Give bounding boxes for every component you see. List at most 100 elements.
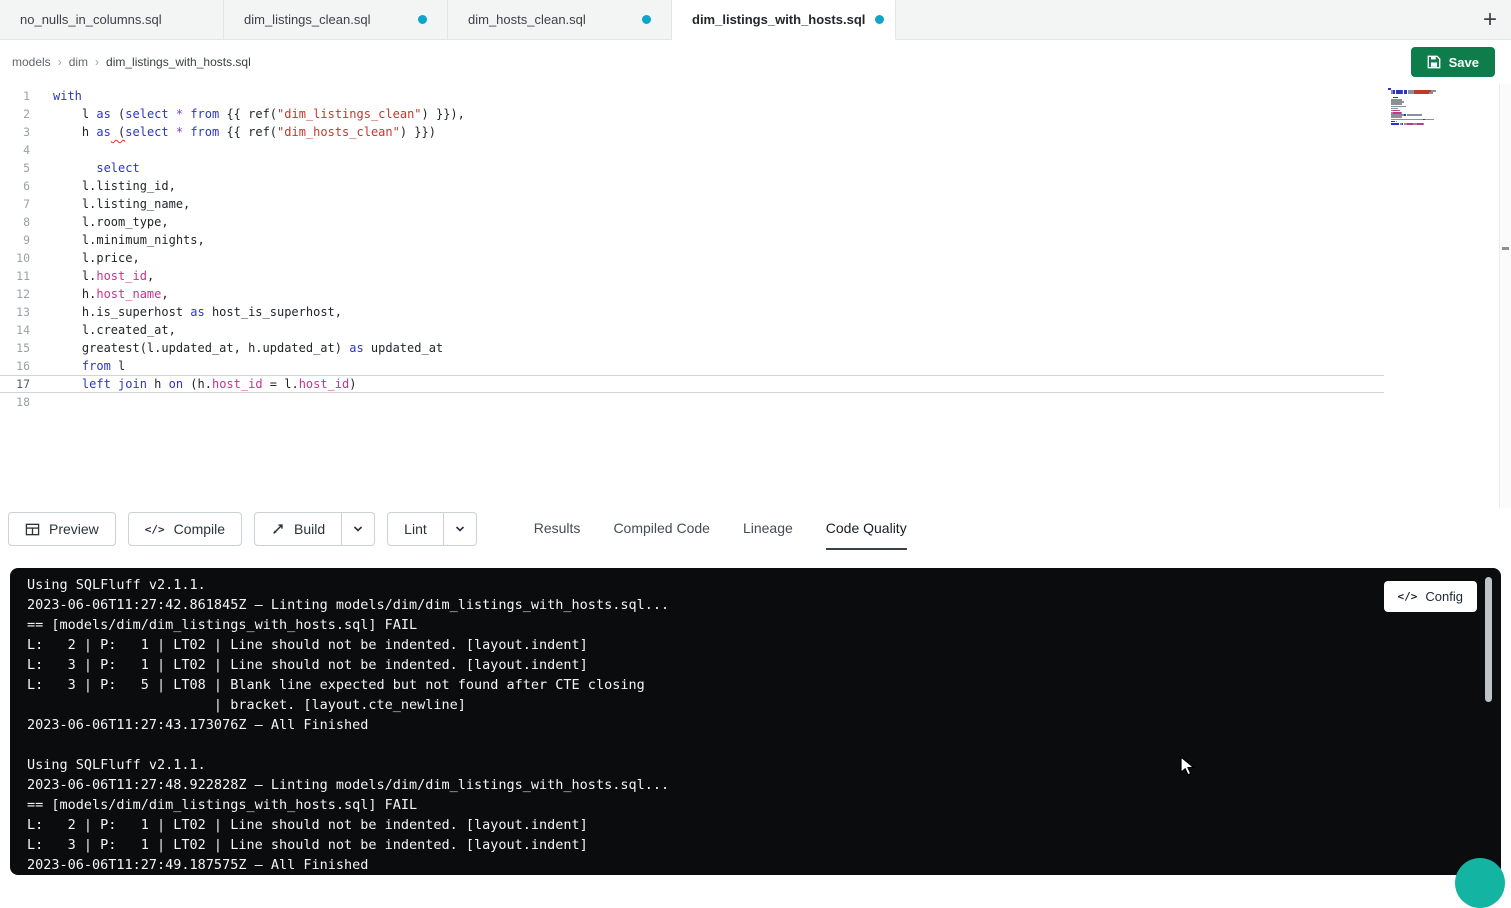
line-number: 2 — [0, 105, 30, 123]
terminal-line: | bracket. [layout.cte_newline] — [27, 695, 1477, 715]
code-line[interactable]: 18 — [0, 393, 1384, 411]
code-text: l.room_type, — [30, 213, 169, 231]
terminal-scrollbar[interactable] — [1485, 577, 1492, 702]
preview-button[interactable]: Preview — [8, 512, 116, 546]
editor-tabs: no_nulls_in_columns.sql dim_listings_clea… — [0, 0, 896, 39]
minimap-line — [1388, 125, 1462, 127]
tab-label: dim_listings_with_hosts.sql — [692, 12, 865, 27]
code-icon: </> — [1398, 590, 1418, 603]
help-fab-button[interactable] — [1455, 858, 1505, 908]
new-tab-button[interactable]: + — [1469, 0, 1511, 39]
compile-label: Compile — [174, 521, 225, 537]
code-line[interactable]: 7 l.listing_name, — [0, 195, 1384, 213]
lint-button[interactable]: Lint — [387, 512, 444, 546]
lint-dropdown-button[interactable] — [444, 512, 477, 546]
terminal-line: L: 3 | P: 1 | LT02 | Line should not be … — [27, 655, 1477, 675]
lint-label: Lint — [404, 521, 427, 537]
code-editor[interactable]: 1with2 l as (select * from {{ ref("dim_l… — [0, 84, 1511, 508]
terminal-line: L: 2 | P: 1 | LT02 | Line should not be … — [27, 815, 1477, 835]
editor-tab[interactable]: dim_listings_clean.sql — [224, 0, 448, 39]
code-line[interactable]: 10 l.price, — [0, 249, 1384, 267]
line-number: 6 — [0, 177, 30, 195]
config-label: Config — [1425, 589, 1463, 604]
terminal-line — [27, 735, 1477, 755]
terminal-line: L: 3 | P: 5 | LT08 | Blank line expected… — [27, 675, 1477, 695]
rocket-icon — [271, 522, 285, 536]
modified-dot-icon — [875, 15, 884, 24]
config-button[interactable]: </> Config — [1384, 581, 1477, 612]
tab-compiled-code[interactable]: Compiled Code — [613, 508, 710, 550]
line-number: 4 — [0, 141, 30, 159]
lint-output-terminal[interactable]: Using SQLFluff v2.1.1.2023-06-06T11:27:4… — [10, 568, 1501, 875]
code-line[interactable]: 2 l as (select * from {{ ref("dim_listin… — [0, 105, 1384, 123]
editor-tab[interactable]: dim_hosts_clean.sql — [448, 0, 672, 39]
terminal-line: == [models/dim/dim_listings_with_hosts.s… — [27, 615, 1477, 635]
code-line[interactable]: 8 l.room_type, — [0, 213, 1384, 231]
code-line[interactable]: 14 l.created_at, — [0, 321, 1384, 339]
code-line[interactable]: 17 left join h on (h.host_id = l.host_id… — [0, 375, 1384, 393]
tab-label: no_nulls_in_columns.sql — [20, 12, 162, 27]
chevron-down-icon — [454, 523, 466, 535]
editor-tab[interactable]: no_nulls_in_columns.sql — [0, 0, 224, 39]
terminal-line: L: 2 | P: 1 | LT02 | Line should not be … — [27, 635, 1477, 655]
minimap[interactable] — [1388, 88, 1462, 127]
line-number: 3 — [0, 123, 30, 141]
code-text: l.listing_name, — [30, 195, 190, 213]
line-number: 9 — [0, 231, 30, 249]
code-text: l as (select * from {{ ref("dim_listings… — [30, 105, 465, 123]
line-number: 8 — [0, 213, 30, 231]
line-number: 18 — [0, 393, 30, 411]
tab-results[interactable]: Results — [534, 508, 581, 550]
code-text — [30, 141, 53, 159]
code-line[interactable]: 1with — [0, 87, 1384, 105]
build-button[interactable]: Build — [254, 512, 342, 546]
code-text: select — [30, 159, 140, 177]
editor-tab[interactable]: dim_listings_with_hosts.sql — [672, 0, 896, 40]
breadcrumb-item: models — [12, 55, 51, 69]
scrollbar-cursor-marker — [1502, 247, 1509, 250]
line-number: 16 — [0, 357, 30, 375]
breadcrumb: models›dim›dim_listings_with_hosts.sql — [12, 55, 251, 69]
save-label: Save — [1449, 55, 1479, 70]
line-number: 12 — [0, 285, 30, 303]
breadcrumb-separator: › — [95, 55, 99, 69]
code-line[interactable]: 3 h as (select * from {{ ref("dim_hosts_… — [0, 123, 1384, 141]
line-number: 11 — [0, 267, 30, 285]
build-dropdown-button[interactable] — [342, 512, 375, 546]
save-button[interactable]: Save — [1411, 47, 1495, 77]
action-toolbar: Preview </> Compile Build Lint — [0, 508, 1511, 550]
code-line[interactable]: 11 l.host_id, — [0, 267, 1384, 285]
editor-scrollbar[interactable] — [1499, 84, 1511, 508]
code-text: h as (select * from {{ ref("dim_hosts_cl… — [30, 123, 436, 141]
code-text: greatest(l.updated_at, h.updated_at) as … — [30, 339, 443, 357]
compile-button[interactable]: </> Compile — [128, 512, 242, 546]
code-text: h.host_name, — [30, 285, 169, 303]
terminal-line: 2023-06-06T11:27:43.173076Z — All Finish… — [27, 715, 1477, 735]
line-number: 17 — [0, 375, 30, 393]
terminal-line: == [models/dim/dim_listings_with_hosts.s… — [27, 795, 1477, 815]
code-text — [30, 393, 53, 411]
build-label: Build — [294, 521, 325, 537]
code-line[interactable]: 13 h.is_superhost as host_is_superhost, — [0, 303, 1384, 321]
code-line[interactable]: 15 greatest(l.updated_at, h.updated_at) … — [0, 339, 1384, 357]
code-text: left join h on (h.host_id = l.host_id) — [30, 375, 357, 393]
code-line[interactable]: 4 — [0, 141, 1384, 159]
code-text: with — [30, 87, 82, 105]
code-line[interactable]: 5 select — [0, 159, 1384, 177]
line-number: 13 — [0, 303, 30, 321]
line-number: 10 — [0, 249, 30, 267]
tab-code-quality[interactable]: Code Quality — [826, 508, 907, 550]
tab-bar: no_nulls_in_columns.sql dim_listings_clea… — [0, 0, 1511, 40]
code-line[interactable]: 12 h.host_name, — [0, 285, 1384, 303]
code-line[interactable]: 6 l.listing_id, — [0, 177, 1384, 195]
breadcrumb-item: dim — [69, 55, 88, 69]
preview-label: Preview — [49, 521, 99, 537]
tab-label: dim_listings_clean.sql — [244, 12, 370, 27]
line-number: 1 — [0, 87, 30, 105]
code-text: l.listing_id, — [30, 177, 176, 195]
code-line[interactable]: 16 from l — [0, 357, 1384, 375]
tab-lineage[interactable]: Lineage — [743, 508, 793, 550]
code-line[interactable]: 9 l.minimum_nights, — [0, 231, 1384, 249]
save-icon — [1427, 55, 1441, 69]
tab-label: dim_hosts_clean.sql — [468, 12, 586, 27]
